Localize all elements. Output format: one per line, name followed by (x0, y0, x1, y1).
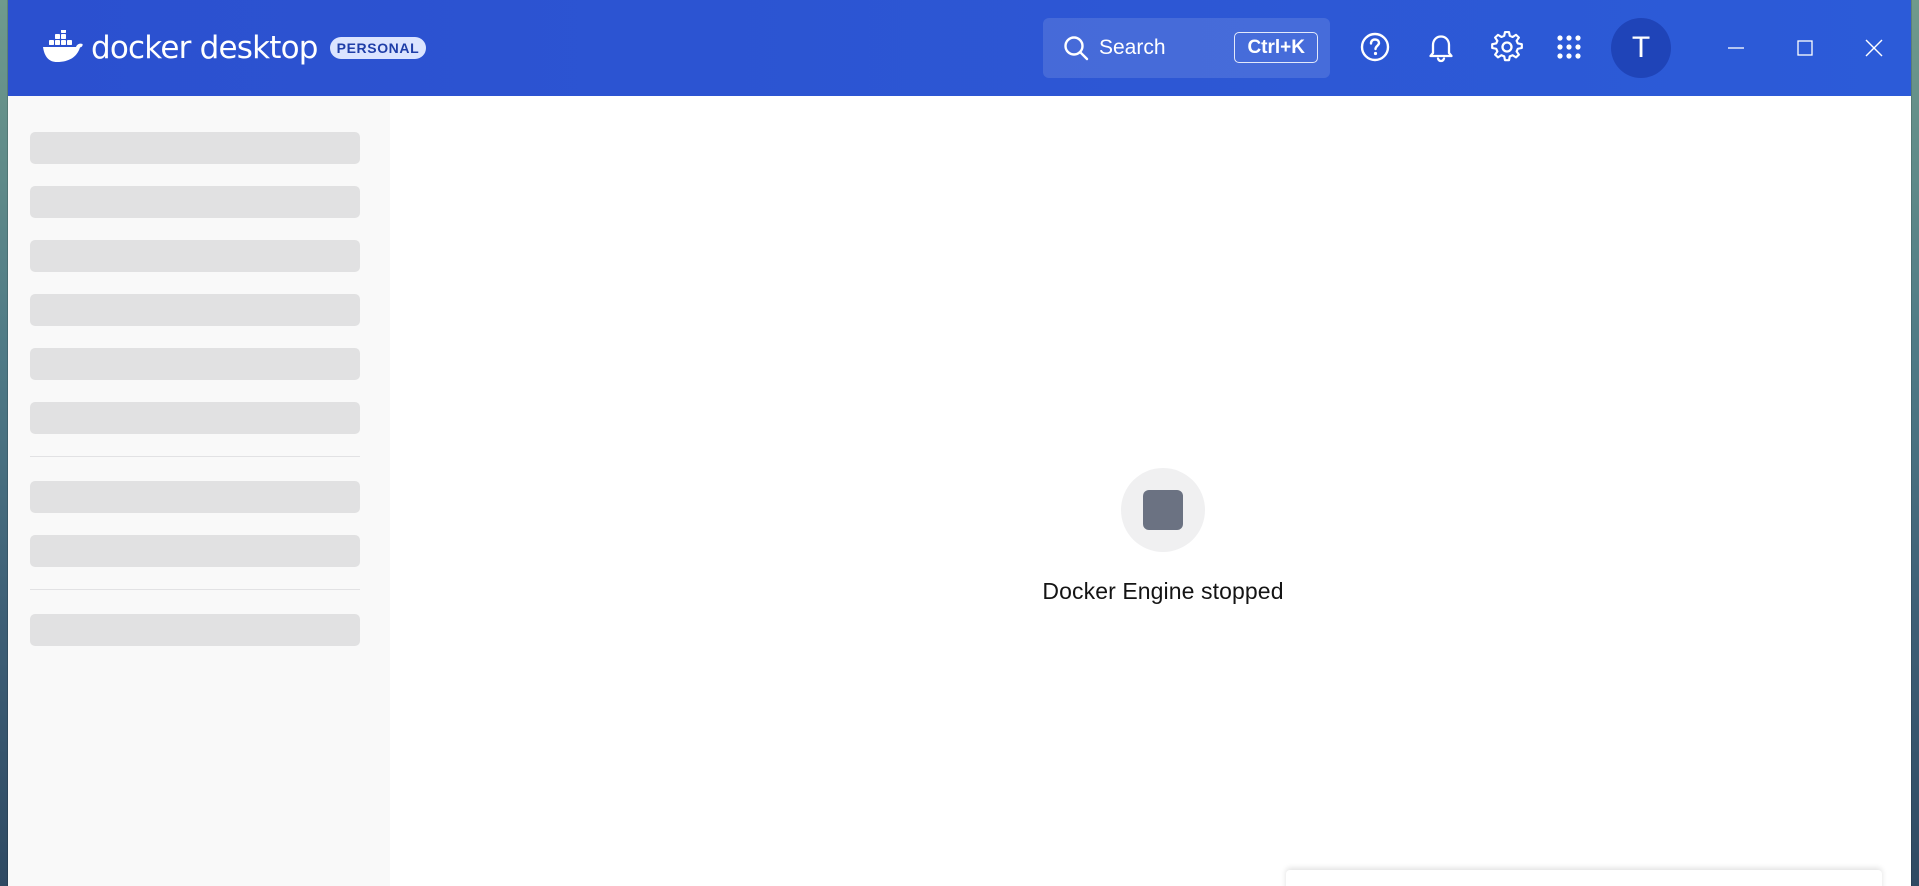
brand-name: docker desktop (91, 29, 318, 66)
user-avatar[interactable]: T (1611, 18, 1671, 78)
sidebar-skeleton-item (30, 348, 360, 380)
sidebar-skeleton-item (30, 614, 360, 646)
docker-desktop-window: docker desktop PERSONAL Search Ctrl+K T … (8, 0, 1911, 886)
maximize-icon (1797, 40, 1813, 56)
minimize-icon (1728, 47, 1744, 49)
sidebar (8, 96, 390, 886)
stop-icon (1143, 490, 1183, 530)
sidebar-divider (30, 456, 360, 457)
search-label: Search (1099, 36, 1166, 59)
sidebar-skeleton-item (30, 240, 360, 272)
search-icon (1064, 36, 1089, 61)
extensions-button[interactable] (1552, 30, 1586, 64)
close-button[interactable] (1854, 28, 1894, 68)
apps-grid-icon (1557, 35, 1581, 59)
plan-badge: PERSONAL (329, 37, 427, 59)
avatar-initial: T (1631, 31, 1651, 64)
search-shortcut-hint: Ctrl+K (1234, 32, 1318, 63)
main-content: Docker Engine stopped (390, 96, 1911, 886)
help-icon (1360, 32, 1390, 62)
settings-button[interactable] (1490, 30, 1524, 64)
sidebar-skeleton-item (30, 132, 360, 164)
search-bar[interactable]: Search Ctrl+K (1043, 18, 1330, 78)
sidebar-skeleton-item (30, 535, 360, 567)
close-icon (1865, 39, 1883, 57)
sidebar-skeleton-item (30, 186, 360, 218)
notifications-button[interactable] (1424, 30, 1458, 64)
docker-logo: docker desktop PERSONAL (41, 26, 427, 70)
title-bar: docker desktop PERSONAL Search Ctrl+K T (8, 0, 1911, 96)
bottom-panel-edge (1286, 870, 1882, 886)
engine-status-text: Docker Engine stopped (1042, 578, 1284, 604)
engine-status-indicator (1121, 468, 1205, 552)
maximize-button[interactable] (1785, 28, 1825, 68)
docker-whale-icon (43, 30, 83, 62)
bell-icon (1429, 35, 1453, 63)
minimize-button[interactable] (1716, 28, 1756, 68)
gear-icon (1491, 31, 1523, 62)
help-button[interactable] (1358, 30, 1392, 64)
sidebar-divider (30, 589, 360, 590)
sidebar-skeleton-item (30, 402, 360, 434)
sidebar-skeleton-item (30, 294, 360, 326)
sidebar-skeleton-item (30, 481, 360, 513)
